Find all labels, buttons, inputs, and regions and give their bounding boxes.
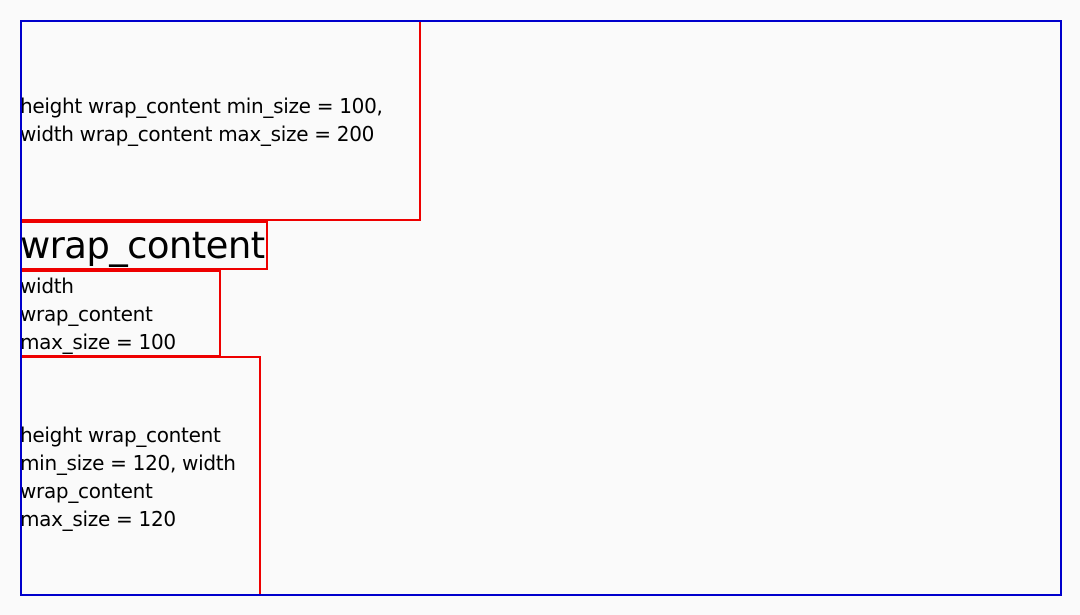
root-container: height wrap_content min_size = 100, widt… [20,20,1062,596]
box-wrap-content: wrap_content [20,220,268,270]
box-label: wrap_content [20,223,265,267]
box-label: height wrap_content min_size = 100, widt… [20,93,383,146]
box-max-100: width wrap_content max_size = 100 [20,270,221,357]
box-label: width wrap_content max_size = 100 [20,273,176,354]
box-min-120-max-120: height wrap_content min_size = 120, widt… [20,356,261,594]
box-min-100-max-200: height wrap_content min_size = 100, widt… [20,22,421,221]
box-label: height wrap_content min_size = 120, widt… [20,422,236,531]
